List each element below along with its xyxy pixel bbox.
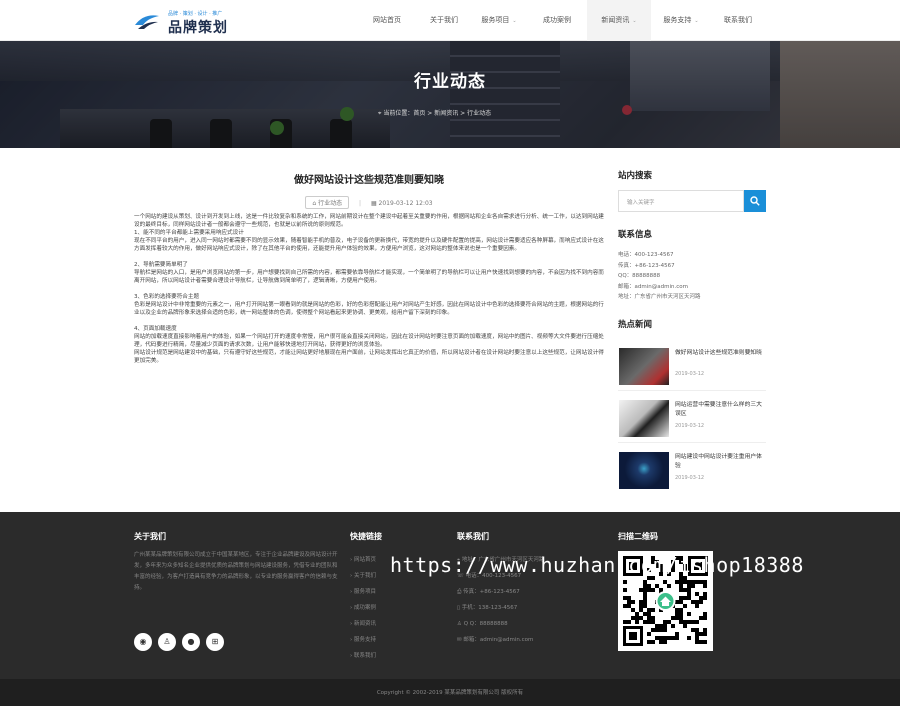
hot-news-heading: 热点新闻 — [618, 320, 653, 330]
qq-icon: ♙ — [457, 621, 464, 627]
hot-news-item[interactable]: 网站运营中需要注意什么样的三大误区 2019-03-12 — [618, 398, 766, 443]
article-subheading: 1、能不同的平台都能上需要采用响应式设计 — [134, 230, 244, 236]
search-icon — [750, 196, 760, 206]
cart-icon[interactable]: ⊞ — [206, 633, 224, 651]
site-header: 品牌 · 策划 · 设计 · 推广 品牌策划 网站首页 关于我们 服务项目 ⌄ 成… — [0, 0, 900, 41]
watermark-text: https://www.huzhan.com/ishop18388 — [390, 553, 804, 577]
footer-email: ✉ 邮箱：admin@admin.com — [457, 637, 534, 643]
nav-item-home[interactable]: 网站首页 — [357, 0, 417, 41]
footer-link-about[interactable]: › 关于我们 — [350, 571, 376, 579]
copyright-text: Copyright © 2002-2019 某某品牌策划有限公司 版权所有 — [376, 690, 524, 696]
article-body: 一个网站的建设从策划、设计到开发到上线，这是一件比较复杂和系统的工作，网站前期设… — [134, 213, 604, 365]
footer-about-text: 广州某某品牌策划有限公司成立于中国某某地区，专注于企业品牌建设及网站设计开发，多… — [134, 552, 338, 591]
article-subheading: 3、色彩的选择要符合主题 — [134, 294, 200, 300]
search-heading: 站内搜索 — [618, 171, 653, 181]
news-date: 2019-03-12 — [675, 371, 705, 377]
footer-link-support[interactable]: › 服务支持 — [350, 635, 376, 643]
nav-item-news[interactable]: 新闻资讯 ⌄ — [587, 0, 651, 41]
calendar-icon: ▦ — [370, 200, 379, 207]
contact-info-heading: 联系信息 — [618, 230, 653, 240]
article-subheading: 4、页面加载速度 — [134, 326, 177, 332]
footer-qr-heading: 扫描二维码 — [618, 532, 658, 541]
news-thumbnail — [619, 452, 669, 489]
article-date: 2019-03-12 12:03 — [378, 200, 433, 207]
article-subheading: 2、导航需要简单明了 — [134, 262, 188, 268]
chevron-down-icon: ⌄ — [512, 18, 517, 24]
article-title: 做好网站设计这些规范准则要知晓 — [294, 175, 444, 186]
news-thumbnail — [619, 348, 669, 385]
news-date: 2019-03-12 — [675, 423, 705, 429]
article-paragraph: 网站的加载速度直接影响着用户的体验，如果一个网站打开的速度非常慢，用户很可能会直… — [134, 334, 604, 348]
search-input[interactable]: 输入关键字 — [618, 190, 744, 212]
footer-link-contact[interactable]: › 联系我们 — [350, 651, 376, 659]
breadcrumb-text: 当前位置：首页 > 新闻资讯 > 行业动态 — [383, 110, 492, 117]
article-paragraph: 网站设计规范是网站建设中的基础，只有遵守好这些规范，才能让网站更好地展现在用户面… — [134, 350, 604, 364]
category-tag[interactable]: ⌂ 行业动态 — [305, 196, 350, 209]
breadcrumb[interactable]: ⌖ 当前位置：首页 > 新闻资讯 > 行业动态 — [378, 108, 491, 118]
footer-link-services[interactable]: › 服务项目 — [350, 587, 376, 595]
logo-tagline: 品牌 · 策划 · 设计 · 推广 — [168, 11, 223, 17]
footer-contact-heading: 联系我们 — [457, 532, 489, 541]
chevron-down-icon: ⌄ — [694, 18, 699, 24]
banner-overlay — [0, 41, 900, 148]
contact-fax: 传真：+86-123-4567 — [618, 263, 675, 269]
nav-item-contact[interactable]: 联系我们 — [711, 0, 765, 41]
location-pin-icon: ⌖ — [378, 110, 382, 117]
news-title: 做好网站设计这些规范准则要知晓 — [675, 350, 762, 356]
footer-link-news[interactable]: › 新闻资讯 — [350, 619, 376, 627]
nav-item-cases[interactable]: 成功案例 — [527, 0, 587, 41]
meta-divider: | — [359, 200, 362, 207]
footer-fax: ⎙ 传真：+86-123-4567 — [457, 589, 520, 595]
footer-qq: ♙ Q Q：88888888 — [457, 621, 508, 627]
hot-news-item[interactable]: 网站建设中网站设计要注重用户体验 2019-03-12 — [618, 450, 766, 495]
wechat-icon[interactable]: ● — [182, 633, 200, 651]
hot-news-item[interactable]: 做好网站设计这些规范准则要知晓 2019-03-12 — [618, 346, 766, 391]
nav-item-about[interactable]: 关于我们 — [417, 0, 471, 41]
article-paragraph: 现在不同平台的用户，进入同一网站时都需要不同的显示效果，随着智能手机的普及，电子… — [134, 238, 604, 252]
page-title: 行业动态 — [414, 72, 486, 92]
logo-name: 品牌策划 — [168, 20, 228, 36]
contact-email: 邮箱：admin@admin.com — [618, 284, 688, 290]
article-paragraph: 色彩是网站设计中非常重要的元素之一，用户打开网站第一眼看到的就是网站的色彩，好的… — [134, 302, 604, 316]
contact-qq: QQ：88888888 — [618, 273, 661, 279]
contact-phone: 电话：400-123-4567 — [618, 252, 674, 258]
logo-swoosh-icon — [135, 15, 159, 29]
news-title: 网站运营中需要注意什么样的三大误区 — [675, 402, 762, 417]
qq-icon[interactable]: ♙ — [158, 633, 176, 651]
article-paragraph: 一个网站的建设从策划、设计到开发到上线，这是一件比较复杂和系统的工作，网站前期设… — [134, 214, 604, 228]
news-thumbnail — [619, 400, 669, 437]
chevron-down-icon: ⌄ — [632, 18, 637, 24]
contact-address: 地址：广东省广州市天河区天河路 — [618, 294, 701, 300]
page-banner: 行业动态 ⌖ 当前位置：首页 > 新闻资讯 > 行业动态 — [0, 41, 900, 148]
footer-about-heading: 关于我们 — [134, 532, 166, 541]
article-paragraph: 导航栏是网站的入口，是用户浏览网站的第一步，用户想要找到自己所需的内容，都需要依… — [134, 270, 604, 284]
footer-mobile: ▯ 手机：138-123-4567 — [457, 605, 518, 611]
site-logo[interactable]: 品牌 · 策划 · 设计 · 推广 品牌策划 — [134, 7, 254, 36]
footer-link-home[interactable]: › 网站首页 — [350, 555, 376, 563]
news-date: 2019-03-12 — [675, 475, 705, 481]
weibo-icon[interactable]: ◉ — [134, 633, 152, 651]
nav-item-services[interactable]: 服务项目 ⌄ — [471, 0, 527, 41]
footer-quick-links-heading: 快捷链接 — [350, 532, 382, 541]
nav-item-support[interactable]: 服务支持 ⌄ — [651, 0, 711, 41]
news-title: 网站建设中网站设计要注重用户体验 — [675, 454, 762, 469]
article-meta: ⌂ 行业动态 | ▦ 2019-03-12 12:03 — [134, 196, 604, 209]
search-button[interactable] — [744, 190, 766, 212]
footer-link-cases[interactable]: › 成功案例 — [350, 603, 376, 611]
